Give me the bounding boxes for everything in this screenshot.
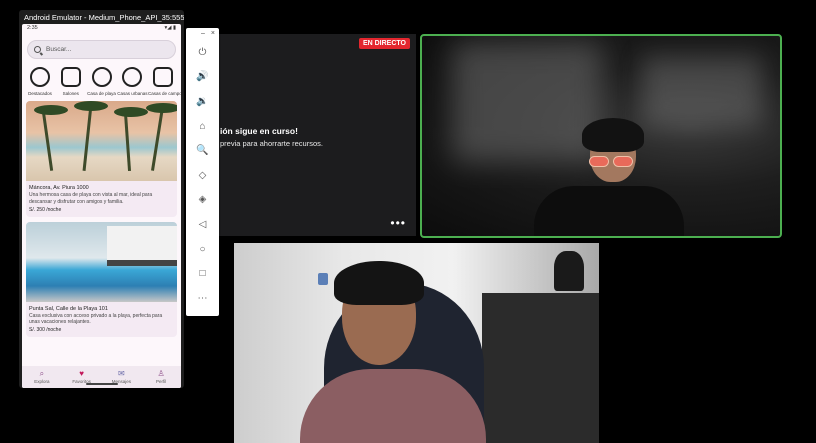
- overview-icon[interactable]: □: [186, 261, 219, 286]
- category-salones[interactable]: Salones: [56, 67, 86, 96]
- screen-root: EN DIRECTO ión sigue en curso! previa pa…: [0, 0, 816, 443]
- status-bar: 2:35 ▾◢ ▮: [22, 24, 181, 34]
- listing-photo: [26, 101, 177, 181]
- category-label: Casas urbanas: [117, 91, 148, 96]
- live-badge: EN DIRECTO: [358, 38, 410, 49]
- wall-switch: [318, 273, 328, 285]
- search-field[interactable]: Buscar...: [27, 40, 176, 59]
- close-icon[interactable]: ×: [211, 30, 215, 38]
- category-label: Casas de campo: [148, 91, 181, 96]
- listing-card[interactable]: Punta Sal, Calle de la Playa 101 Casa ex…: [26, 221, 177, 337]
- participant-glasses: [589, 154, 637, 167]
- rotate-left-icon[interactable]: ◇: [186, 163, 219, 188]
- rotate-right-icon[interactable]: ◈: [186, 188, 219, 213]
- shared-screen-heading: ión sigue en curso!: [220, 126, 298, 136]
- house-shape: [107, 225, 177, 266]
- search-icon: ⌕: [39, 369, 45, 378]
- nav-explora[interactable]: ⌕ Explora: [27, 369, 57, 384]
- category-label: Salones: [62, 91, 79, 96]
- nav-favoritos[interactable]: ♥ Favoritos: [67, 369, 97, 384]
- minimize-icon[interactable]: –: [201, 30, 205, 38]
- city-house-icon: [122, 67, 143, 87]
- listing-price: S/. 250 /noche: [29, 206, 62, 213]
- heart-icon: ♥: [79, 369, 84, 378]
- listing-title: Máncora, Av. Piura 1000: [29, 185, 89, 191]
- search-icon: [34, 46, 41, 53]
- zoom-icon[interactable]: 🔍: [186, 138, 219, 163]
- toolbar-header: – ×: [186, 28, 219, 40]
- category-label: Casa de playa: [87, 91, 116, 96]
- volume-up-icon[interactable]: 🔊: [186, 65, 219, 90]
- nav-label: Explora: [34, 379, 50, 384]
- message-icon: ✉: [118, 369, 125, 378]
- category-label: Destacados: [28, 91, 52, 96]
- emulator-toolbar: – × ⏻ 🔊 🔉 ⌂ 🔍 ◇ ◈ ◁ ○ □ ⋯: [186, 28, 219, 316]
- participant-video[interactable]: [234, 243, 599, 443]
- category-destacados[interactable]: Destacados: [25, 67, 55, 96]
- status-time: 2:35: [27, 25, 38, 31]
- camera-icon[interactable]: ⌂: [186, 114, 219, 139]
- shared-screen-tile[interactable]: EN DIRECTO ión sigue en curso! previa pa…: [186, 34, 416, 236]
- listing-description: Una hermosa casa de playa con vista al m…: [29, 192, 153, 205]
- profile-icon: ♙: [157, 369, 165, 378]
- category-row: Destacados Salones Casa de playa Casas u…: [22, 59, 181, 96]
- background-blur: [452, 42, 602, 162]
- power-icon[interactable]: ⏻: [186, 40, 219, 65]
- listing-card[interactable]: Máncora, Av. Piura 1000 Una hermosa casa…: [26, 101, 177, 217]
- participant-video-active-speaker[interactable]: [420, 34, 782, 238]
- search-placeholder: Buscar...: [46, 46, 72, 53]
- participant-hair: [334, 261, 424, 305]
- nav-mensajes[interactable]: ✉ Mensajes: [106, 369, 136, 384]
- category-casa-de-playa[interactable]: Casa de playa: [87, 67, 117, 96]
- emulator-title-bar[interactable]: Android Emulator - Medium_Phone_API_35:5…: [19, 10, 184, 24]
- status-icons: ▾◢ ▮: [164, 25, 176, 31]
- beach-house-icon: [91, 67, 112, 87]
- participant-body: [534, 186, 684, 236]
- category-casas-urbanas[interactable]: Casas urbanas: [117, 67, 148, 96]
- shared-screen-subtext: previa para ahorrarte recursos.: [220, 139, 323, 148]
- nav-perfil[interactable]: ♙ Perfil: [146, 369, 176, 384]
- participant-hair: [582, 118, 644, 152]
- gesture-home-bar[interactable]: [86, 383, 118, 385]
- star-badge-icon: [30, 67, 50, 87]
- more-icon[interactable]: ⋯: [186, 286, 219, 311]
- sofa-icon: [60, 67, 81, 87]
- phone-screen[interactable]: 2:35 ▾◢ ▮ Buscar... Destacados Salones C…: [22, 24, 181, 388]
- back-icon[interactable]: ◁: [186, 212, 219, 237]
- volume-down-icon[interactable]: 🔉: [186, 89, 219, 114]
- desk-shelf: [482, 293, 599, 443]
- home-icon[interactable]: ○: [186, 237, 219, 262]
- background-blur: [642, 56, 762, 126]
- category-casas-de-campo[interactable]: Casas de campo: [148, 67, 181, 96]
- nav-label: Perfil: [155, 379, 167, 384]
- listing-photo: [26, 221, 177, 302]
- listing-description: Casa exclusiva con acceso privado a la p…: [29, 312, 163, 326]
- android-emulator-window[interactable]: Android Emulator - Medium_Phone_API_35:5…: [19, 10, 184, 388]
- desk-lamp: [554, 251, 584, 291]
- listing-title: Punta Sal, Calle de la Playa 101: [29, 305, 108, 312]
- listing-price: S/. 300 /noche: [29, 327, 62, 333]
- tile-more-icon[interactable]: •••: [390, 216, 406, 230]
- farm-icon: [153, 67, 173, 87]
